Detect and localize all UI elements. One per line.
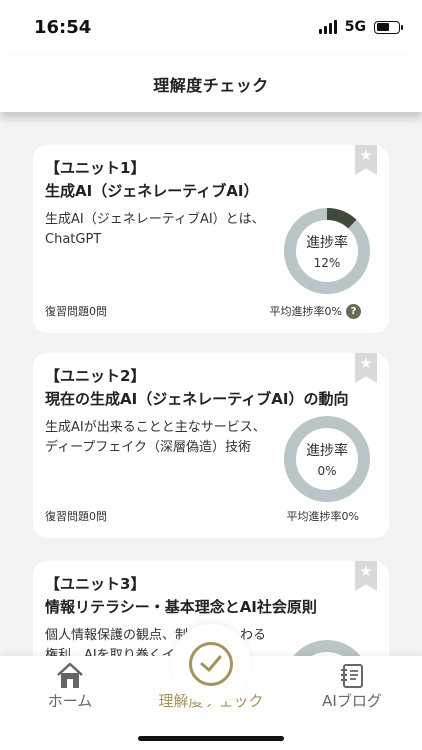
progress-value: 12%: [313, 256, 341, 270]
tab-label: ホーム: [47, 692, 93, 710]
unit-label: 【ユニット3】: [45, 575, 146, 593]
average-progress: 平均進捗率0% ?: [270, 303, 361, 319]
status-time: 16:54: [34, 17, 92, 38]
bookmark-star-icon[interactable]: ★: [355, 145, 377, 175]
average-progress-text: 平均進捗率0%: [286, 510, 359, 523]
blog-icon: [341, 664, 363, 688]
review-count: 復習問題0問: [45, 305, 107, 318]
unit-label: 【ユニット2】: [45, 367, 146, 385]
home-icon: [57, 662, 83, 688]
progress-label: 進捗率: [306, 235, 348, 251]
tab-label: AIブログ: [322, 692, 382, 710]
unit-description: 生成AIが出来ることと主なサービス、ディープフェイク（深層偽造）技術: [45, 420, 266, 455]
average-progress-text: 平均進捗率0%: [269, 305, 342, 318]
unit-card-2[interactable]: ★ 【ユニット2】 現在の生成AI（ジェネレーティブAI）の動向 生成AIが出来…: [33, 353, 389, 538]
unit-list[interactable]: ★ 【ユニット1】 生成AI（ジェネレーティブAI） 生成AI（ジェネレーティブ…: [0, 112, 422, 656]
progress-value: 0%: [317, 464, 337, 478]
unit-title: 現在の生成AI（ジェネレーティブAI）の動向: [45, 390, 349, 408]
unit-card-1[interactable]: ★ 【ユニット1】 生成AI（ジェネレーティブAI） 生成AI（ジェネレーティブ…: [33, 145, 389, 333]
unit-description: 生成AI（ジェネレーティブAI）とは、ChatGPT: [45, 212, 265, 247]
review-count: 復習問題0問: [45, 510, 107, 523]
status-indicators: 5G: [318, 19, 403, 35]
home-indicator: [138, 736, 284, 741]
tab-home[interactable]: ホーム: [0, 656, 140, 726]
unit-title: 情報リテラシー・基本理念とAI社会原則: [45, 598, 317, 616]
progress-label: 進捗率: [306, 443, 348, 459]
bookmark-star-icon[interactable]: ★: [355, 561, 377, 591]
tab-ai-blog[interactable]: AIブログ: [282, 656, 422, 726]
active-tab-bubble[interactable]: [171, 624, 251, 704]
check-circle-icon: [189, 642, 233, 686]
battery-icon: [374, 20, 403, 34]
status-bar: 16:54 5G: [0, 0, 422, 56]
unit-label: 【ユニット1】: [45, 159, 146, 177]
progress-ring: 進捗率 12%: [283, 207, 371, 295]
average-progress: 平均進捗率0%: [287, 508, 359, 524]
app-header: 理解度チェック: [0, 56, 422, 112]
page-title: 理解度チェック: [153, 76, 269, 95]
network-type: 5G: [344, 19, 366, 35]
help-icon[interactable]: ?: [346, 303, 361, 319]
progress-ring: [283, 639, 371, 656]
progress-ring: 進捗率 0%: [283, 415, 371, 503]
signal-icon: [318, 20, 337, 34]
unit-title: 生成AI（ジェネレーティブAI）: [45, 182, 259, 200]
bookmark-star-icon[interactable]: ★: [355, 353, 377, 383]
